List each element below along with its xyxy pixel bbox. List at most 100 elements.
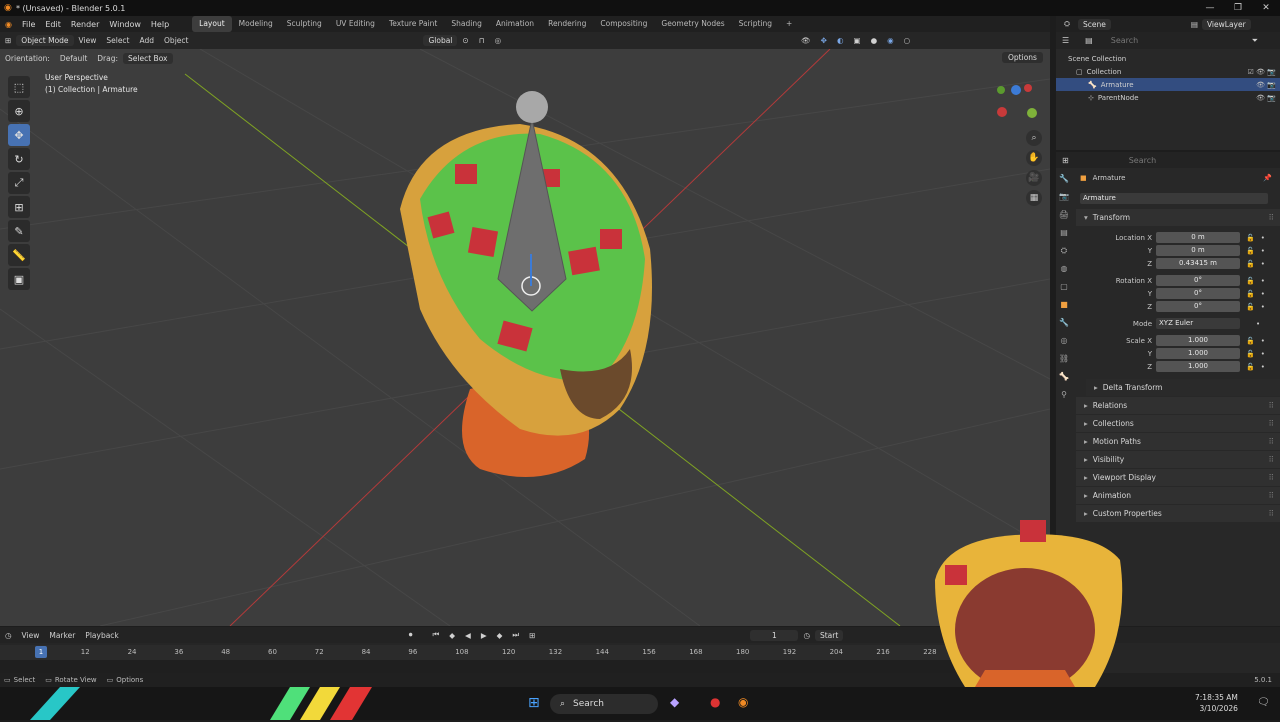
keyframe-dot-icon[interactable]: • <box>1261 363 1265 371</box>
gizmo-toggle-icon[interactable]: ✥ <box>816 36 832 45</box>
delta-transform-subpanel[interactable]: ▸ Delta Transform <box>1086 379 1280 396</box>
add-cube-tool-icon[interactable]: ▣ <box>8 268 30 290</box>
properties-search[interactable]: Search <box>1129 156 1156 165</box>
notification-icon[interactable]: 🗨 <box>1257 697 1270 708</box>
viewlayer-selector[interactable]: ViewLayer <box>1201 18 1251 30</box>
menu-object[interactable]: Object <box>159 36 193 45</box>
add-workspace-icon[interactable]: + <box>779 16 799 32</box>
modifier-tab-icon[interactable]: 🔧 <box>1057 318 1071 332</box>
timeline-menu-marker[interactable]: Marker <box>44 631 80 640</box>
grip-icon[interactable]: ⠿ <box>1269 419 1275 428</box>
maximize-icon[interactable]: ❐ <box>1224 0 1252 16</box>
armature-data-tab-icon[interactable]: 🦴 <box>1057 372 1071 386</box>
tab-sculpting[interactable]: Sculpting <box>280 16 329 32</box>
grip-icon[interactable]: ⠿ <box>1269 437 1275 446</box>
grip-icon[interactable]: ⠿ <box>1269 509 1275 518</box>
menu-render[interactable]: Render <box>66 20 104 29</box>
measure-tool-icon[interactable]: 📏 <box>8 244 30 266</box>
object-name-field[interactable]: Armature <box>1080 192 1268 204</box>
proportional-edit-icon[interactable]: ◎ <box>490 36 507 45</box>
menu-help[interactable]: Help <box>146 20 174 29</box>
location-y-field[interactable]: 0 m <box>1156 245 1240 256</box>
location-x-field[interactable]: 0 m <box>1156 232 1240 243</box>
object-tab-icon[interactable]: ■ <box>1057 300 1071 314</box>
snap-icon[interactable]: ⊓ <box>474 36 490 45</box>
pin-icon[interactable]: 📌 <box>1263 174 1272 182</box>
outliner-search[interactable]: Search <box>1111 36 1138 45</box>
scene-collection-row[interactable]: Scene Collection <box>1056 52 1280 65</box>
filter-icon[interactable]: ⏷ <box>1252 36 1258 46</box>
play-icon[interactable]: ▶ <box>476 631 492 640</box>
tab-animation[interactable]: Animation <box>489 16 541 32</box>
tab-shading[interactable]: Shading <box>444 16 488 32</box>
transform-orientation-dropdown[interactable]: Global <box>423 35 458 46</box>
menu-add[interactable]: Add <box>135 36 160 45</box>
prev-keyframe-icon[interactable]: ◆ <box>444 631 460 640</box>
windows-start-icon[interactable]: ⊞ <box>528 695 540 711</box>
render-tab-icon[interactable]: 📷 <box>1057 192 1071 206</box>
timeline-editor-icon[interactable]: ◷ <box>0 631 17 640</box>
transform-panel-header[interactable]: ▾ Transform ⠿ <box>1076 209 1280 226</box>
current-frame-field[interactable]: 1 <box>750 629 799 641</box>
camera-view-icon[interactable]: 🎥 <box>1026 170 1042 186</box>
blender-menu-icon[interactable]: ◉ <box>0 20 17 29</box>
visibility-icon[interactable]: 👁 <box>796 36 816 45</box>
close-icon[interactable]: ✕ <box>1252 0 1280 16</box>
pan-hand-icon[interactable]: ✋ <box>1026 150 1042 166</box>
grip-icon[interactable]: ⠿ <box>1269 491 1275 500</box>
keyframe-dot-icon[interactable]: • <box>1261 260 1265 268</box>
grip-icon[interactable]: ⠿ <box>1269 473 1275 482</box>
outliner-item-armature[interactable]: 🦴 Armature 👁 📷 <box>1056 78 1280 91</box>
menu-edit[interactable]: Edit <box>40 20 66 29</box>
properties-editor-icon[interactable]: ⊞ <box>1062 156 1069 165</box>
viewport-display-panel[interactable]: ▸ Viewport Display ⠿ <box>1076 469 1280 486</box>
timeline-ruler[interactable]: 12 24 36 48 60 72 84 96 108 120 132 144 156 168 180 192… <box>0 645 1050 660</box>
zoom-icon[interactable]: ⌕ <box>1026 130 1042 146</box>
scale-tool-icon[interactable]: ⤢ <box>8 172 30 194</box>
tab-uv-editing[interactable]: UV Editing <box>329 16 382 32</box>
pivot-icon[interactable]: ⊙ <box>457 36 473 45</box>
keyframe-dot-icon[interactable]: • <box>1256 320 1260 328</box>
timeline-body[interactable] <box>0 660 1050 673</box>
3d-viewport[interactable] <box>0 49 1050 626</box>
mode-dropdown[interactable]: Object Mode <box>16 35 74 46</box>
timeline-menu-view[interactable]: View <box>17 631 45 640</box>
keyframe-dot-icon[interactable]: • <box>1261 303 1265 311</box>
shading-material-icon[interactable]: ◉ <box>882 36 899 45</box>
system-clock[interactable]: 7:18:35 AM 3/10/2026 <box>1195 692 1238 714</box>
tab-modeling[interactable]: Modeling <box>232 16 280 32</box>
preview-range-icon[interactable]: ◷ <box>798 631 815 640</box>
keying-set-icon[interactable]: ⊞ <box>524 631 540 640</box>
shading-rendered-icon[interactable]: ○ <box>899 36 916 45</box>
display-mode-icon[interactable]: ▤ <box>1085 36 1093 45</box>
visibility-panel[interactable]: ▸ Visibility ⠿ <box>1076 451 1280 468</box>
move-tool-icon[interactable]: ✥ <box>8 124 30 146</box>
collections-panel[interactable]: ▸ Collections ⠿ <box>1076 415 1280 432</box>
tab-scripting[interactable]: Scripting <box>732 16 779 32</box>
grip-icon[interactable]: ⠿ <box>1269 401 1275 410</box>
keyframe-dot-icon[interactable]: • <box>1261 350 1265 358</box>
lock-icon[interactable]: 🔓 <box>1246 303 1255 311</box>
select-box-tool-icon[interactable]: ⬚ <box>8 76 30 98</box>
taskbar-recording-icon[interactable]: ● <box>710 695 720 709</box>
parentnode-visibility-icon[interactable]: 👁 📷 <box>1256 94 1276 102</box>
drag-dropdown[interactable]: Select Box <box>123 52 173 64</box>
constraints-tab-icon[interactable]: ⛓ <box>1057 354 1071 368</box>
taskbar-search[interactable]: ⌕ Search <box>550 694 658 714</box>
transform-tool-icon[interactable]: ⊞ <box>8 196 30 218</box>
lock-icon[interactable]: 🔓 <box>1246 277 1255 285</box>
tool-tab-icon[interactable]: 🔧 <box>1057 174 1071 188</box>
grip-icon[interactable]: ⠿ <box>1269 455 1275 464</box>
collection-tab-icon[interactable]: ▢ <box>1057 282 1071 296</box>
tab-geometry-nodes[interactable]: Geometry Nodes <box>654 16 731 32</box>
lock-icon[interactable]: 🔓 <box>1246 247 1255 255</box>
keyframe-dot-icon[interactable]: • <box>1261 247 1265 255</box>
rotation-x-field[interactable]: 0° <box>1156 275 1240 286</box>
taskbar-app-icon[interactable]: ◆ <box>670 695 679 709</box>
motion-paths-panel[interactable]: ▸ Motion Paths ⠿ <box>1076 433 1280 450</box>
scene-selector[interactable]: Scene <box>1078 18 1111 30</box>
auto-keying-icon[interactable]: ⏺ <box>404 630 418 640</box>
lock-icon[interactable]: 🔓 <box>1246 260 1255 268</box>
collection-visibility-icon[interactable]: ☑ 👁 📷 <box>1248 68 1276 76</box>
world-tab-icon[interactable]: ◍ <box>1057 264 1071 278</box>
